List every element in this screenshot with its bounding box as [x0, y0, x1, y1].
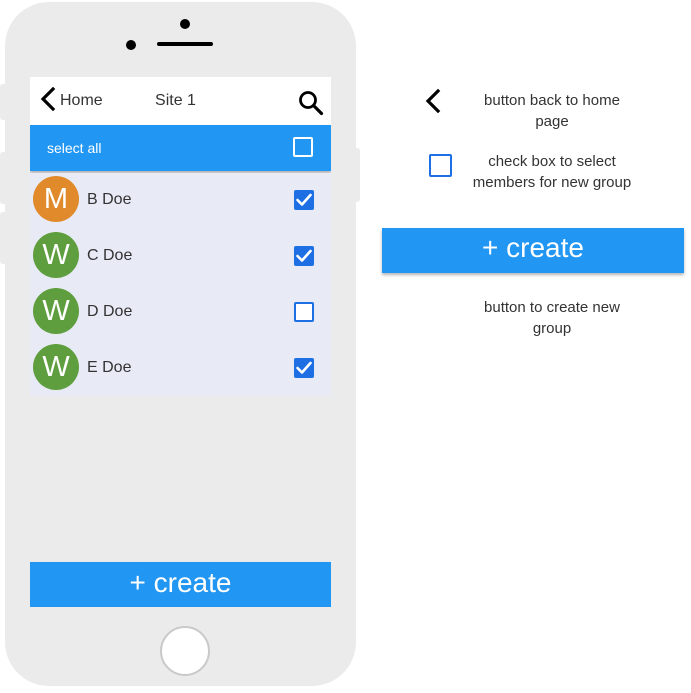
page-title: Site 1 — [155, 92, 196, 109]
search-icon — [298, 91, 324, 120]
avatar: W — [33, 232, 79, 278]
member-checkbox[interactable] — [294, 190, 314, 210]
member-name: B Doe — [87, 191, 132, 208]
sensor-dot — [126, 40, 136, 50]
chevron-left-icon — [422, 88, 444, 114]
legend-create-button: + create — [382, 228, 684, 273]
list-item[interactable]: M B Doe — [30, 173, 331, 229]
avatar: W — [33, 344, 79, 390]
avatar: W — [33, 288, 79, 334]
avatar: M — [33, 176, 79, 222]
member-list: M B Doe W C Doe W D Doe W E Doe — [30, 173, 331, 396]
checkmark-icon — [296, 249, 312, 262]
legend-back-note: button back to home page — [484, 92, 620, 130]
member-checkbox[interactable] — [294, 302, 314, 322]
list-item[interactable]: W C Doe — [30, 229, 331, 285]
earpiece-speaker — [157, 42, 213, 46]
member-name: C Doe — [87, 247, 133, 264]
top-navbar: Home Site 1 — [30, 77, 331, 125]
phone-home-button[interactable] — [160, 626, 210, 676]
search-button[interactable] — [298, 90, 324, 116]
member-checkbox[interactable] — [294, 358, 314, 378]
select-all-checkbox[interactable] — [293, 137, 313, 157]
legend-create-note: button to create new group — [484, 299, 620, 337]
select-all-label: select all — [47, 140, 102, 156]
legend-checkbox-note: check box to select members for new grou… — [472, 153, 632, 191]
member-name: D Doe — [87, 303, 133, 320]
member-name: E Doe — [87, 359, 132, 376]
legend-checkbox-example — [429, 154, 452, 177]
phone-screen: Home Site 1 select all M B Doe W C Doe W… — [30, 77, 331, 607]
list-item[interactable]: W E Doe — [30, 341, 331, 397]
select-all-bar: select all — [30, 125, 331, 171]
checkmark-icon — [296, 361, 312, 374]
list-item[interactable]: W D Doe — [30, 285, 331, 341]
front-camera — [180, 19, 190, 29]
create-group-button[interactable]: + create — [30, 562, 331, 607]
checkmark-icon — [296, 193, 312, 206]
member-checkbox[interactable] — [294, 246, 314, 266]
